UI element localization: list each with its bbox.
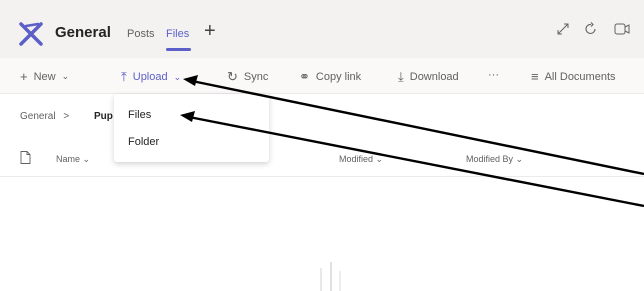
upload-button[interactable]: ⤒ Upload ⌄: [121, 69, 181, 85]
link-icon: ⚭: [299, 69, 310, 84]
more-button[interactable]: ···: [488, 69, 499, 81]
document-icon: [20, 151, 31, 164]
breadcrumb-root[interactable]: General >: [20, 111, 69, 122]
add-tab-button[interactable]: +: [204, 20, 216, 43]
tab-posts[interactable]: Posts: [127, 28, 155, 40]
view-selector[interactable]: ≡ All Documents: [531, 69, 616, 84]
breadcrumb-current: Pup: [94, 111, 113, 122]
column-header-modified[interactable]: Modified ⌄: [339, 154, 383, 165]
upload-menu-item-folder[interactable]: Folder: [128, 136, 159, 148]
sync-button[interactable]: ↻ Sync: [227, 69, 268, 85]
chevron-down-icon: ⌄: [515, 154, 524, 164]
chevron-down-icon: ⌄: [375, 154, 384, 164]
download-icon: ⤓: [398, 69, 404, 84]
header-divider: [0, 176, 644, 177]
sync-icon: ↻: [227, 69, 238, 84]
chevron-right-icon: >: [63, 111, 70, 122]
plus-icon: +: [20, 69, 28, 84]
channel-title: General: [55, 24, 111, 41]
chevron-down-icon: ⌄: [61, 71, 70, 81]
teams-channel-icon: [19, 22, 43, 46]
upload-icon: ⤒: [121, 69, 127, 84]
column-header-modified-by[interactable]: Modified By ⌄: [466, 154, 523, 165]
download-button[interactable]: ⤓ Download: [398, 69, 459, 85]
empty-folder-illustration: [320, 262, 341, 291]
column-header-name[interactable]: Name ⌄: [56, 154, 90, 165]
active-tab-indicator: [166, 48, 191, 51]
filter-icon: ≡: [531, 69, 539, 84]
upload-menu-item-files[interactable]: Files: [128, 109, 151, 121]
meeting-icon[interactable]: [614, 22, 630, 36]
chevron-down-icon: ⌄: [173, 71, 182, 82]
tab-files[interactable]: Files: [166, 28, 189, 40]
expand-icon[interactable]: [556, 22, 570, 36]
upload-menu: Files Folder: [114, 94, 269, 162]
chevron-down-icon: ⌄: [82, 154, 91, 164]
new-button[interactable]: + New ⌄: [20, 69, 69, 84]
copy-link-button[interactable]: ⚭ Copy link: [299, 69, 361, 85]
refresh-icon[interactable]: [584, 22, 598, 36]
